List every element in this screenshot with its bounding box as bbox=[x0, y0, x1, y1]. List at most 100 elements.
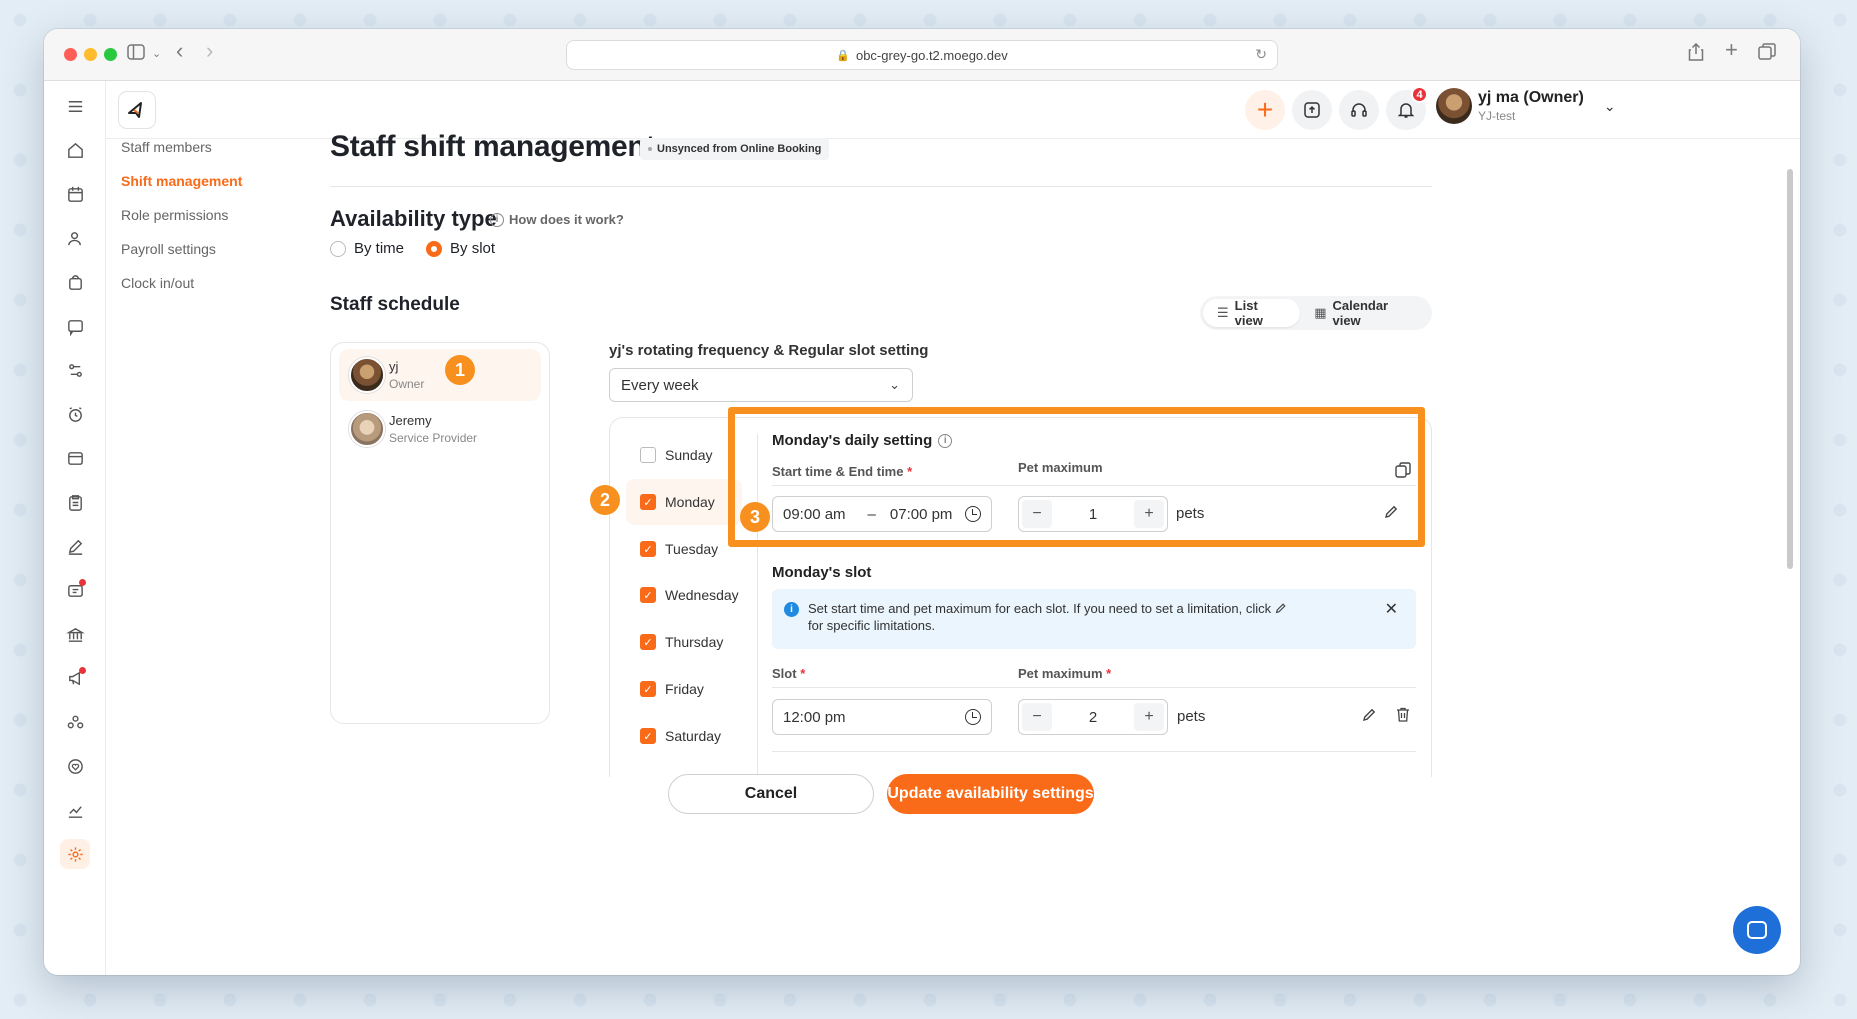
chevron-down-icon[interactable]: ⌄ bbox=[152, 43, 161, 65]
end-time-value: 07:00 pm bbox=[889, 505, 953, 523]
day-thursday[interactable]: ✓ Thursday bbox=[626, 619, 746, 665]
new-tab-icon[interactable]: + bbox=[1725, 39, 1738, 61]
menu-icon[interactable] bbox=[60, 91, 90, 121]
update-availability-button[interactable]: Update availability settings bbox=[887, 774, 1094, 814]
info-icon[interactable]: i bbox=[938, 433, 953, 448]
day-friday[interactable]: ✓ Friday bbox=[626, 666, 746, 712]
day-sunday[interactable]: Sunday bbox=[626, 432, 746, 478]
callout-badge-3: 3 bbox=[740, 502, 770, 532]
checkbox[interactable] bbox=[640, 447, 656, 463]
sync-status-badge: Unsynced from Online Booking bbox=[640, 138, 830, 160]
subnav-item-staff-members[interactable]: Staff members bbox=[121, 130, 242, 164]
staff-item-jeremy[interactable]: Jeremy Service Provider bbox=[339, 403, 541, 455]
list-view-button[interactable]: ☰ List view bbox=[1203, 298, 1301, 328]
staff-schedule-title: Staff schedule bbox=[330, 294, 460, 315]
checkbox[interactable]: ✓ bbox=[640, 681, 656, 697]
workflow-icon[interactable] bbox=[60, 355, 90, 385]
day-wednesday[interactable]: ✓ Wednesday bbox=[626, 572, 746, 618]
daily-setting-title: Monday's daily setting i bbox=[772, 432, 1416, 449]
pen-icon[interactable] bbox=[60, 531, 90, 561]
slot-time-input[interactable]: 12:00 pm bbox=[772, 699, 992, 735]
browser-toolbar: ⌄ ‹ › 🔒 obc-grey-go.t2.moego.dev ↻ + bbox=[44, 29, 1800, 81]
increment-button[interactable]: + bbox=[1134, 500, 1164, 528]
callout-badge-2: 2 bbox=[590, 485, 620, 515]
forward-icon[interactable]: › bbox=[206, 40, 213, 62]
minimize-window-button[interactable] bbox=[84, 48, 97, 61]
clock-icon bbox=[965, 506, 981, 522]
radio-by-slot[interactable]: By slot bbox=[426, 240, 495, 257]
clock-icon bbox=[965, 709, 981, 725]
slot-info-banner: i Set start time and pet maximum for eac… bbox=[772, 589, 1416, 649]
reload-icon[interactable]: ↻ bbox=[1255, 46, 1267, 63]
frequency-select[interactable]: Every week ⌄ bbox=[609, 368, 913, 402]
divider bbox=[757, 434, 758, 774]
lock-icon: 🔒 bbox=[836, 49, 850, 62]
checkbox[interactable]: ✓ bbox=[640, 541, 656, 557]
divider bbox=[330, 186, 1432, 187]
edit-icon[interactable] bbox=[1362, 707, 1377, 725]
close-window-button[interactable] bbox=[64, 48, 77, 61]
sidebar-toggle-icon[interactable] bbox=[127, 43, 145, 65]
checkbox[interactable]: ✓ bbox=[640, 728, 656, 744]
page-title: Staff shift management bbox=[330, 130, 656, 163]
decrement-button[interactable]: − bbox=[1022, 703, 1052, 731]
range-separator: – bbox=[867, 505, 876, 523]
pet-maximum-stepper[interactable]: − 1 + bbox=[1018, 496, 1168, 532]
availability-type-title: Availability type bbox=[330, 206, 497, 231]
slot-pet-maximum-stepper[interactable]: − 2 + bbox=[1018, 699, 1168, 735]
subnav-item-payroll-settings[interactable]: Payroll settings bbox=[121, 232, 242, 266]
divider bbox=[772, 687, 1416, 688]
subnav-item-shift-management[interactable]: Shift management bbox=[121, 164, 242, 198]
messages-icon[interactable] bbox=[60, 311, 90, 341]
checkbox[interactable]: ✓ bbox=[640, 634, 656, 650]
settings-icon[interactable] bbox=[60, 839, 90, 869]
staff-item-yj[interactable]: yj Owner bbox=[339, 349, 541, 401]
app-logo[interactable] bbox=[118, 91, 156, 129]
tabs-overview-icon[interactable] bbox=[1758, 43, 1776, 66]
day-monday[interactable]: ✓ Monday bbox=[626, 479, 742, 525]
finance-icon[interactable] bbox=[60, 443, 90, 473]
time-range-label: Start time & End time * bbox=[772, 464, 913, 479]
subnav-item-role-permissions[interactable]: Role permissions bbox=[121, 198, 242, 232]
slot-title: Monday's slot bbox=[772, 564, 872, 581]
slot-section: Monday's slot i Set start time and pet m… bbox=[772, 564, 1416, 774]
clients-icon[interactable] bbox=[60, 223, 90, 253]
alarm-icon[interactable] bbox=[60, 399, 90, 429]
chat-support-button[interactable] bbox=[1733, 906, 1781, 954]
team-icon[interactable] bbox=[60, 707, 90, 737]
retail-icon[interactable] bbox=[60, 267, 90, 297]
checkbox[interactable]: ✓ bbox=[640, 494, 656, 510]
back-icon[interactable]: ‹ bbox=[176, 40, 183, 62]
scrollbar[interactable] bbox=[1787, 169, 1793, 569]
checkbox[interactable]: ✓ bbox=[640, 587, 656, 603]
calendar-view-button[interactable]: ▦ Calendar view bbox=[1300, 298, 1429, 328]
reports-icon[interactable] bbox=[60, 795, 90, 825]
staff-role: Service Provider bbox=[389, 431, 478, 445]
how-does-it-work-link[interactable]: i How does it work? bbox=[490, 212, 624, 227]
copy-icon[interactable] bbox=[1395, 462, 1411, 481]
day-tuesday[interactable]: ✓ Tuesday bbox=[626, 526, 746, 572]
loyalty-icon[interactable] bbox=[60, 751, 90, 781]
decrement-button[interactable]: − bbox=[1022, 500, 1052, 528]
tickets-icon[interactable] bbox=[60, 575, 90, 605]
home-icon[interactable] bbox=[60, 135, 90, 165]
share-icon[interactable] bbox=[1688, 42, 1704, 66]
maximize-window-button[interactable] bbox=[104, 48, 117, 61]
edit-icon[interactable] bbox=[1384, 504, 1399, 522]
close-icon[interactable]: ✕ bbox=[1385, 601, 1398, 618]
trash-icon[interactable] bbox=[1396, 707, 1410, 725]
megaphone-icon[interactable] bbox=[60, 663, 90, 693]
subnav-item-clock-in-out[interactable]: Clock in/out bbox=[121, 266, 242, 300]
clipboard-icon[interactable] bbox=[60, 487, 90, 517]
bank-icon[interactable] bbox=[60, 619, 90, 649]
calendar-icon[interactable] bbox=[60, 179, 90, 209]
slot-pet-maximum-value[interactable]: 2 bbox=[1055, 709, 1131, 726]
daily-setting-section: Monday's daily setting i Start time & End… bbox=[772, 432, 1416, 552]
pet-maximum-value[interactable]: 1 bbox=[1055, 506, 1131, 523]
address-bar[interactable]: 🔒 obc-grey-go.t2.moego.dev ↻ bbox=[566, 40, 1278, 70]
day-saturday[interactable]: ✓ Saturday bbox=[626, 713, 746, 759]
radio-by-time[interactable]: By time bbox=[330, 240, 404, 257]
increment-button[interactable]: + bbox=[1134, 703, 1164, 731]
cancel-button[interactable]: Cancel bbox=[668, 774, 874, 814]
time-range-input[interactable]: 09:00 am – 07:00 pm bbox=[772, 496, 992, 532]
